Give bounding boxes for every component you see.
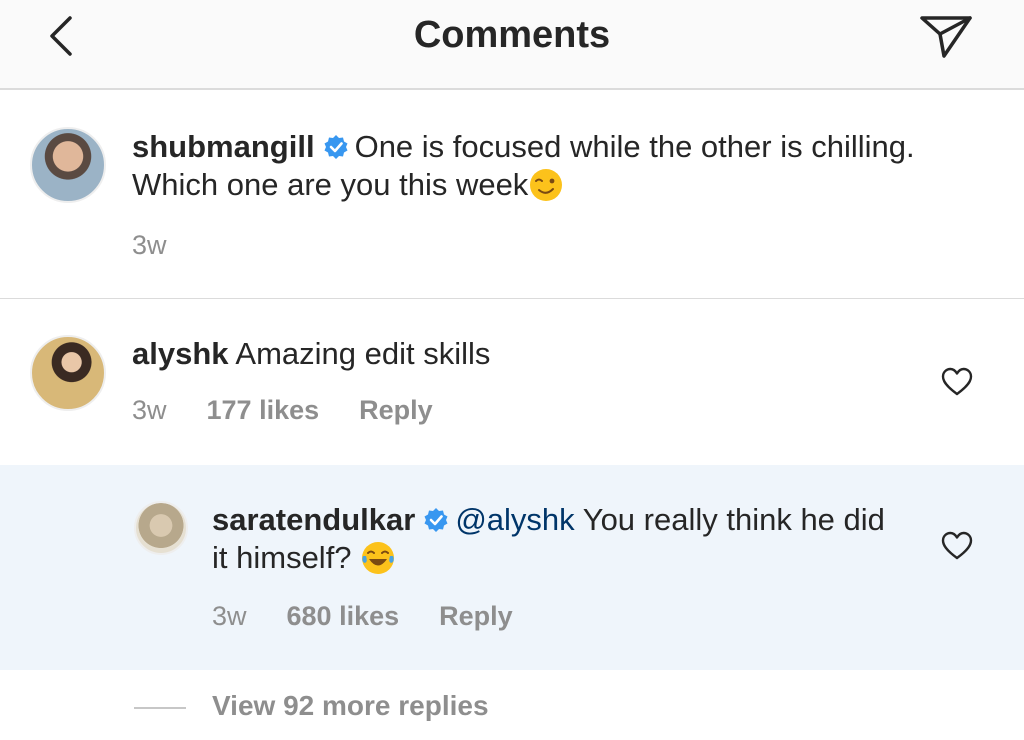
header-bar: Comments <box>0 0 1024 90</box>
heart-icon[interactable] <box>940 529 974 563</box>
caption-username[interactable]: shubmangill <box>132 129 315 164</box>
view-more-replies-label[interactable]: View 92 more replies <box>212 690 489 722</box>
caption-meta: 3w <box>132 230 207 261</box>
comment-username[interactable]: alyshk <box>132 336 229 371</box>
avatar[interactable] <box>134 501 188 555</box>
comment-body: Amazing edit skills <box>235 336 491 371</box>
reply-time: 3w <box>212 601 247 631</box>
reply-button[interactable]: Reply <box>439 601 513 631</box>
view-more-replies[interactable]: View 92 more replies <box>0 680 1024 740</box>
reply-item: saratendulkar @alyshk You really think h… <box>0 465 1024 670</box>
likes-count[interactable]: 680 likes <box>287 601 400 631</box>
heart-icon[interactable] <box>940 365 974 399</box>
comment-meta: 3w 177 likes Reply <box>132 395 473 426</box>
verified-badge-icon <box>424 508 448 532</box>
reply-button[interactable]: Reply <box>359 395 433 425</box>
page-title: Comments <box>413 14 611 56</box>
paper-plane-icon[interactable] <box>918 8 974 64</box>
avatar[interactable] <box>30 335 106 411</box>
comment-time: 3w <box>132 395 167 425</box>
caption-time: 3w <box>132 230 167 260</box>
winking-face-emoji-icon <box>530 169 563 201</box>
verified-badge-icon <box>324 135 348 159</box>
comment-text: alyshk Amazing edit skills <box>132 335 892 373</box>
replies-divider-line <box>134 707 186 709</box>
avatar[interactable] <box>30 127 106 203</box>
mention-link[interactable]: @alyshk <box>455 502 574 537</box>
reply-username[interactable]: saratendulkar <box>212 502 415 537</box>
comment-item: alyshk Amazing edit skills 3w 177 likes Re… <box>0 299 1024 465</box>
reply-text: saratendulkar @alyshk You really think h… <box>212 501 892 577</box>
likes-count[interactable]: 177 likes <box>207 395 320 425</box>
caption-text: shubmangill One is focused while the oth… <box>132 128 932 204</box>
tears-of-joy-emoji-icon <box>362 542 395 574</box>
reply-meta: 3w 680 likes Reply <box>212 601 553 632</box>
caption: shubmangill One is focused while the oth… <box>0 92 1024 298</box>
